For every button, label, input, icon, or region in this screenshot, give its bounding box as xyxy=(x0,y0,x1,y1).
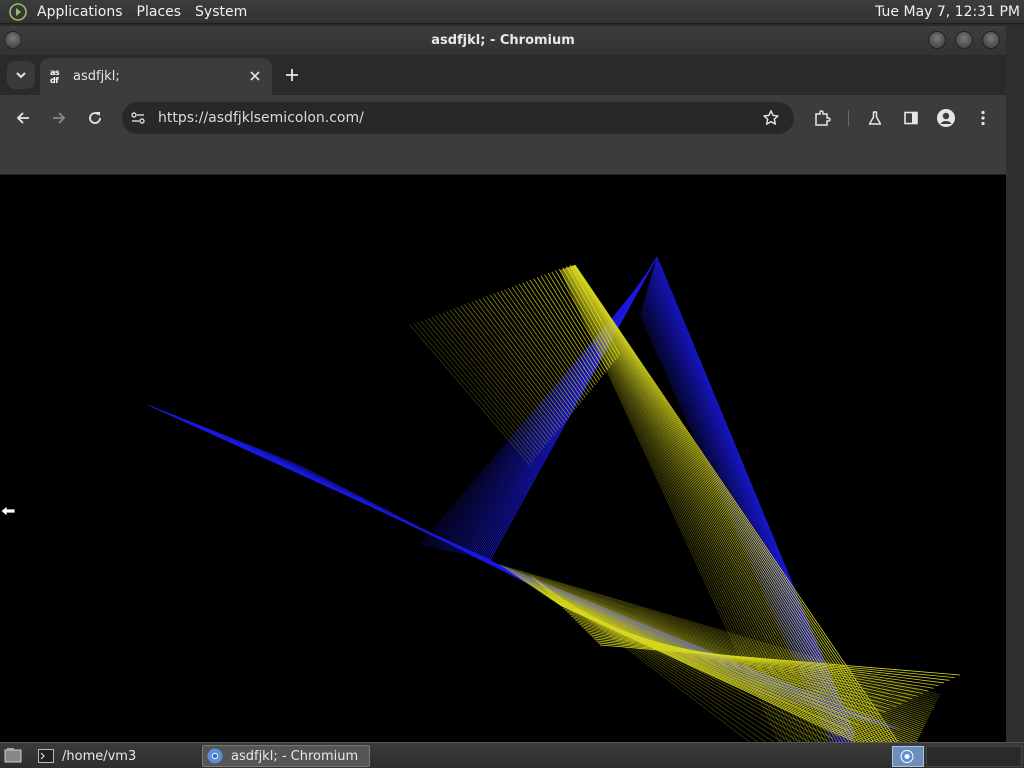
menu-applications[interactable]: Applications xyxy=(30,0,130,24)
art-line xyxy=(573,617,892,710)
site-favicon-icon: as df xyxy=(50,67,60,85)
art-line xyxy=(513,573,933,712)
flask-icon xyxy=(868,111,882,125)
maximize-button[interactable] xyxy=(955,31,973,49)
new-tab-button[interactable] xyxy=(282,65,302,85)
puzzle-icon xyxy=(815,110,831,126)
art-line xyxy=(526,582,925,726)
close-icon xyxy=(250,71,260,81)
avatar-icon xyxy=(937,109,955,127)
url-text[interactable]: https://asdfjklsemicolon.com/ xyxy=(158,102,364,134)
bookmarks-bar xyxy=(0,141,1006,175)
line-art-canvas xyxy=(147,256,961,742)
menu-places[interactable]: Places xyxy=(130,0,189,24)
art-line xyxy=(504,289,584,401)
tab-active[interactable]: as df asdfjkl; xyxy=(40,58,272,95)
side-panel-button[interactable] xyxy=(899,106,923,130)
top-panel: Applications Places System Tue May 7, 12… xyxy=(0,0,1024,24)
panel-clock[interactable]: Tue May 7, 12:31 PM xyxy=(875,0,1020,24)
browser-toolbar: https://asdfjklsemicolon.com/ xyxy=(0,95,1006,141)
page-canvas[interactable] xyxy=(0,175,1006,742)
art-line xyxy=(571,615,886,713)
tab-title: asdfjkl; xyxy=(73,69,120,84)
art-line xyxy=(510,571,934,708)
chevron-down-icon xyxy=(16,72,26,79)
forward-button[interactable] xyxy=(47,106,71,130)
show-desktop-icon[interactable] xyxy=(4,747,22,763)
resize-cursor-icon xyxy=(0,505,16,517)
terminal-icon xyxy=(38,748,54,764)
toolbar-separator xyxy=(848,110,849,126)
taskbar-item-terminal[interactable]: /home/vm3 xyxy=(34,745,200,767)
bottom-panel: /home/vm3 asdfjkl; - Chromium xyxy=(0,742,1024,768)
tab-close-button[interactable] xyxy=(247,68,263,84)
art-line xyxy=(471,301,566,423)
labs-button[interactable] xyxy=(863,106,887,130)
blue-line-family-1 xyxy=(147,404,551,596)
art-line xyxy=(456,307,557,433)
reload-button[interactable] xyxy=(83,106,107,130)
side-panel-icon xyxy=(904,111,918,125)
window-titlebar[interactable]: asdfjkl; - Chromium xyxy=(0,26,1006,55)
site-info-icon[interactable] xyxy=(130,110,146,126)
blue-line-family-2 xyxy=(419,256,658,561)
close-window-button[interactable] xyxy=(982,31,1000,49)
minimize-button[interactable] xyxy=(928,31,946,49)
taskbar-item-label: asdfjkl; - Chromium xyxy=(231,748,359,764)
chromium-window: asdfjkl; - Chromium as df asdfjkl; https… xyxy=(0,26,1006,742)
arrow-left-icon xyxy=(16,112,29,124)
reload-icon xyxy=(89,112,101,124)
workspace-switcher-active[interactable] xyxy=(892,746,924,767)
chromium-icon xyxy=(207,748,223,764)
window-title: asdfjkl; - Chromium xyxy=(431,33,575,48)
workspace-switcher[interactable] xyxy=(926,746,1022,767)
tab-strip: as df asdfjkl; xyxy=(0,55,1006,95)
address-bar[interactable]: https://asdfjklsemicolon.com/ xyxy=(122,102,794,134)
bookmark-star-icon[interactable] xyxy=(762,109,780,127)
back-button[interactable] xyxy=(11,106,35,130)
menu-system[interactable]: System xyxy=(188,0,254,24)
tab-search-button[interactable] xyxy=(7,61,35,89)
art-line xyxy=(438,313,547,446)
art-line xyxy=(489,294,576,411)
browser-menu-button[interactable] xyxy=(971,106,995,130)
extensions-button[interactable] xyxy=(810,106,834,130)
chromium-icon xyxy=(900,750,914,763)
window-menu-button[interactable] xyxy=(4,31,22,49)
plus-icon xyxy=(286,69,298,81)
art-line xyxy=(420,320,537,458)
taskbar-item-chromium[interactable]: asdfjkl; - Chromium xyxy=(202,745,370,767)
taskbar-item-label: /home/vm3 xyxy=(62,748,137,764)
distro-logo-icon[interactable] xyxy=(8,2,28,22)
art-line xyxy=(566,611,876,718)
kebab-menu-icon xyxy=(981,110,985,126)
arrow-right-icon xyxy=(53,112,66,124)
profile-button[interactable] xyxy=(934,106,958,130)
desktop-background xyxy=(1006,26,1024,742)
